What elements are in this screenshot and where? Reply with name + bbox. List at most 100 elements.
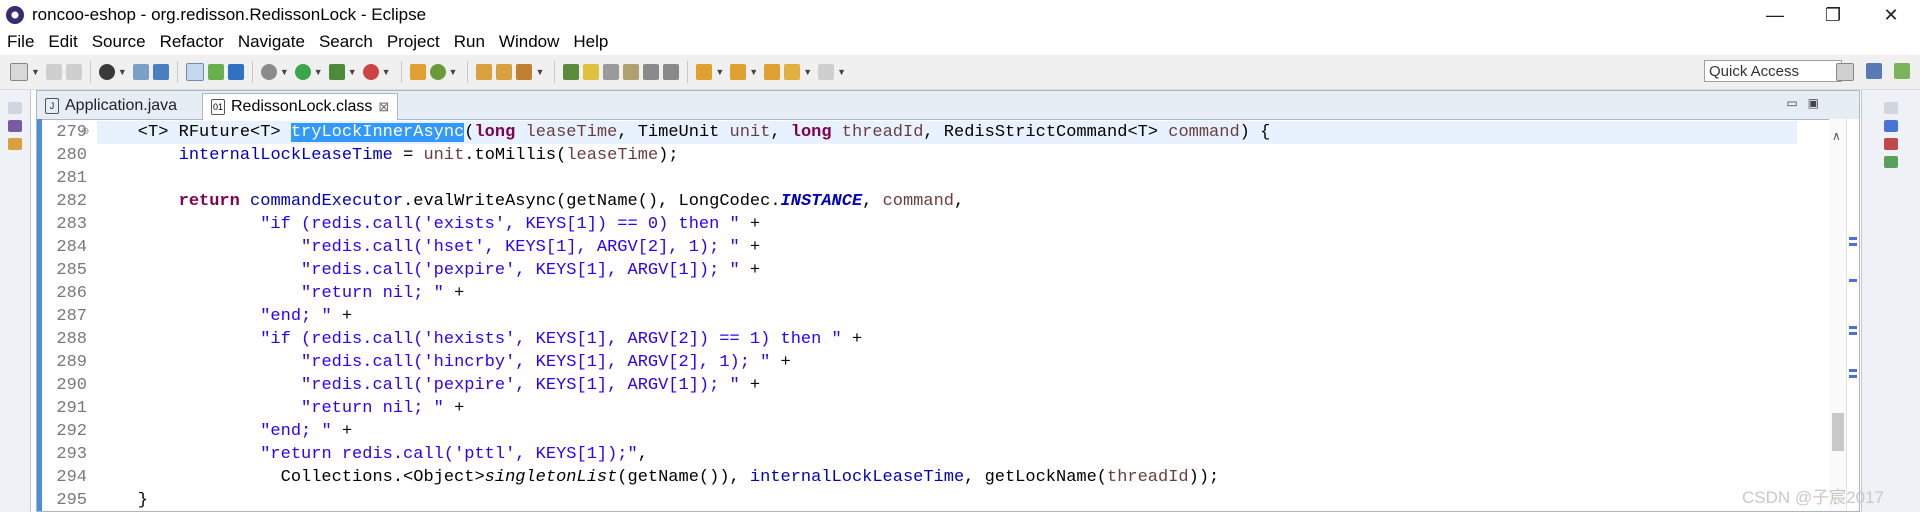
build-icon[interactable]: [132, 64, 149, 80]
code-line[interactable]: "redis.call('hset', KEYS[1], ARGV[2], 1)…: [97, 236, 1797, 259]
code-line[interactable]: "redis.call('hincrby', KEYS[1], ARGV[2],…: [97, 351, 1797, 374]
profile-dropdown-icon[interactable]: ▼: [118, 67, 127, 77]
code-line[interactable]: "if (redis.call('exists', KEYS[1]) == 0)…: [97, 213, 1797, 236]
hierarchy-icon[interactable]: [8, 120, 22, 132]
tasks-icon[interactable]: [1884, 138, 1898, 150]
code-line[interactable]: "end; " +: [97, 420, 1797, 443]
code-line[interactable]: "return nil; " +: [97, 397, 1797, 420]
pilcrow-icon[interactable]: [663, 64, 680, 80]
menu-refactor[interactable]: Refactor: [153, 32, 231, 52]
java-annotation-icon[interactable]: [227, 64, 244, 80]
forward-icon[interactable]: [818, 64, 835, 80]
annotation-icon[interactable]: [207, 64, 224, 80]
block-selection-icon[interactable]: [603, 64, 620, 80]
restore-view-icon[interactable]: [1884, 102, 1898, 114]
quick-access-field[interactable]: Quick Access: [1704, 60, 1842, 82]
code-line[interactable]: "end; " +: [97, 305, 1797, 328]
new-java-project-icon[interactable]: [409, 64, 426, 80]
coverage-icon[interactable]: [328, 64, 345, 80]
show-whitespace-icon[interactable]: [643, 64, 660, 80]
code-line[interactable]: "return redis.call('pttl', KEYS[1]);",: [97, 443, 1797, 466]
menu-project[interactable]: Project: [380, 32, 447, 52]
mark-occurrences-icon[interactable]: [185, 63, 204, 81]
coverage-dropdown-icon[interactable]: ▼: [348, 67, 357, 77]
menu-file[interactable]: File: [0, 32, 41, 52]
open-perspective-icon[interactable]: [1836, 63, 1854, 81]
overview-ruler[interactable]: [1846, 119, 1859, 511]
menu-help[interactable]: Help: [566, 32, 615, 52]
terminal-icon[interactable]: [152, 64, 169, 80]
external-tools-icon[interactable]: [362, 64, 379, 80]
debug-perspective-icon[interactable]: [1894, 63, 1910, 79]
run-dropdown-icon[interactable]: ▼: [314, 67, 323, 77]
next-annotation-icon[interactable]: [696, 64, 713, 80]
package-explorer-icon[interactable]: [8, 138, 22, 150]
editor-tab-bar: J Application.java 01 RedissonLock.class…: [37, 91, 1859, 120]
new-package-icon[interactable]: [429, 64, 446, 80]
previous-annotation-icon[interactable]: [730, 64, 747, 80]
code-line[interactable]: }: [97, 489, 1797, 512]
open-type-icon[interactable]: [476, 64, 493, 80]
debug-icon[interactable]: [260, 64, 277, 80]
code-line[interactable]: "return nil; " +: [97, 282, 1797, 305]
profile-icon[interactable]: [98, 64, 115, 80]
occurrence-marker[interactable]: [1849, 375, 1857, 378]
tab-redissonlock-class[interactable]: 01 RedissonLock.class ⊠: [202, 93, 399, 120]
menu-window[interactable]: Window: [492, 32, 566, 52]
back-dropdown-icon[interactable]: ▼: [803, 67, 812, 77]
new-dropdown-icon[interactable]: ▼: [31, 67, 40, 77]
code-line[interactable]: internalLockLeaseTime = unit.toMillis(le…: [97, 144, 1797, 167]
toggle-breadcrumb-icon[interactable]: [563, 64, 580, 80]
save-all-icon[interactable]: [65, 64, 82, 80]
close-button[interactable]: ✕: [1862, 0, 1920, 30]
vertical-scrollbar[interactable]: ∧: [1829, 119, 1847, 511]
forward-dropdown-icon[interactable]: ▼: [837, 67, 846, 77]
problems-icon[interactable]: [1884, 156, 1898, 168]
run-icon[interactable]: [294, 64, 311, 80]
occurrence-marker[interactable]: [1849, 326, 1857, 329]
scroll-up-icon[interactable]: ∧: [1832, 129, 1841, 143]
menu-run[interactable]: Run: [447, 32, 492, 52]
search-dropdown-icon[interactable]: ▼: [535, 67, 544, 77]
previous-annotation-dropdown-icon[interactable]: ▼: [749, 67, 758, 77]
code-line[interactable]: "redis.call('pexpire', KEYS[1], ARGV[1])…: [97, 374, 1797, 397]
code-line[interactable]: [97, 167, 1797, 190]
occurrence-marker[interactable]: [1849, 332, 1857, 335]
restore-view-icon[interactable]: [8, 102, 22, 114]
search-icon[interactable]: [516, 64, 533, 80]
close-tab-icon[interactable]: ⊠: [378, 99, 389, 115]
occurrence-marker[interactable]: [1849, 237, 1857, 240]
minimize-button[interactable]: —: [1746, 0, 1804, 30]
code-line[interactable]: Collections.<Object>singletonList(getNam…: [97, 466, 1797, 489]
java-perspective-icon[interactable]: [1866, 63, 1882, 79]
menu-search[interactable]: Search: [312, 32, 380, 52]
code-line[interactable]: "redis.call('pexpire', KEYS[1], ARGV[1])…: [97, 259, 1797, 282]
highlight-icon[interactable]: [583, 64, 600, 80]
menu-source[interactable]: Source: [85, 32, 153, 52]
menu-navigate[interactable]: Navigate: [231, 32, 312, 52]
outline-icon[interactable]: [1884, 120, 1898, 132]
code-line[interactable]: <T> RFuture<T> tryLockInnerAsync(long le…: [97, 121, 1797, 144]
menu-edit[interactable]: Edit: [41, 32, 84, 52]
last-edit-location-icon[interactable]: [764, 64, 781, 80]
restore-button[interactable]: ❐: [1804, 0, 1862, 30]
word-wrap-icon[interactable]: [623, 64, 640, 80]
back-icon[interactable]: [784, 64, 801, 80]
code-line[interactable]: "if (redis.call('hexists', KEYS[1], ARGV…: [97, 328, 1797, 351]
debug-dropdown-icon[interactable]: ▼: [280, 67, 289, 77]
new-icon[interactable]: [10, 63, 28, 81]
next-annotation-dropdown-icon[interactable]: ▼: [715, 67, 724, 77]
occurrence-marker[interactable]: [1849, 243, 1857, 246]
occurrence-marker[interactable]: [1849, 279, 1857, 282]
maximize-editor-icon[interactable]: ▣: [1808, 96, 1819, 110]
code-text[interactable]: <T> RFuture<T> tryLockInnerAsync(long le…: [97, 121, 1797, 512]
open-resource-icon[interactable]: [496, 64, 513, 80]
save-icon[interactable]: [45, 64, 62, 80]
occurrence-marker[interactable]: [1849, 369, 1857, 372]
new-class-dropdown-icon[interactable]: ▼: [449, 67, 458, 77]
minimize-editor-icon[interactable]: ▭: [1786, 96, 1797, 110]
code-line[interactable]: return commandExecutor.evalWriteAsync(ge…: [97, 190, 1797, 213]
scrollbar-thumb[interactable]: [1832, 413, 1844, 451]
external-tools-dropdown-icon[interactable]: ▼: [382, 67, 391, 77]
tab-application-java[interactable]: J Application.java: [37, 93, 185, 119]
